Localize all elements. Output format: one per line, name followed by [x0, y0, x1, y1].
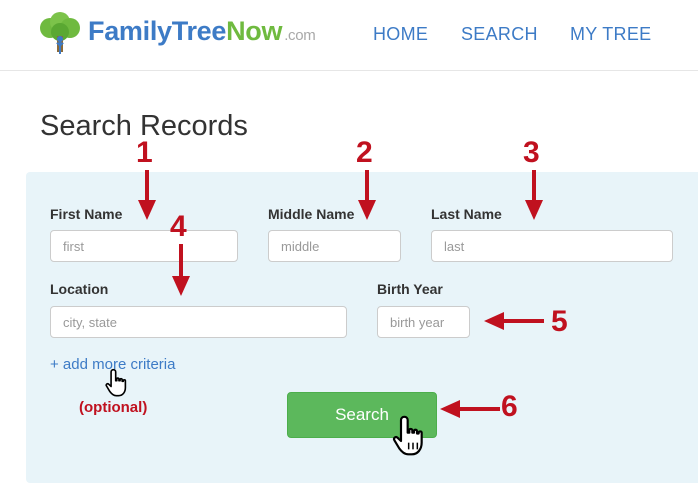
birth-year-input[interactable] [377, 306, 470, 338]
annotation-arrow-down-3 [525, 170, 543, 220]
site-header: FamilyTreeNow .com HOME SEARCH MY TREE [0, 0, 698, 71]
logo-family: Family [88, 16, 172, 46]
nav-search-link[interactable]: SEARCH [461, 24, 538, 45]
nav-my-tree-link[interactable]: MY TREE [570, 24, 651, 45]
logo-com: .com [284, 27, 316, 44]
site-logo[interactable]: FamilyTreeNow .com [88, 16, 316, 47]
first-name-input[interactable] [50, 230, 238, 262]
annotation-number-4: 4 [170, 210, 187, 243]
annotation-number-5: 5 [551, 305, 568, 338]
annotation-arrow-down-4 [172, 244, 190, 296]
annotation-number-3: 3 [523, 136, 540, 169]
middle-name-input[interactable] [268, 230, 401, 262]
nav-home-link[interactable]: HOME [373, 24, 428, 45]
last-name-input[interactable] [431, 230, 673, 262]
logo-now: Now [226, 16, 283, 46]
optional-note: (optional) [79, 399, 148, 416]
annotation-number-6: 6 [501, 390, 518, 423]
family-tree-logo-icon[interactable] [38, 12, 82, 56]
annotation-arrow-down-1 [138, 170, 156, 220]
hand-pointer-cursor-icon [392, 415, 423, 456]
location-label: Location [50, 281, 109, 297]
annotation-number-2: 2 [356, 136, 373, 169]
logo-tree: Tree [171, 16, 227, 46]
annotation-arrow-left-5 [484, 312, 544, 330]
last-name-label: Last Name [431, 206, 502, 222]
first-name-label: First Name [50, 206, 123, 222]
birth-year-label: Birth Year [377, 281, 443, 297]
middle-name-label: Middle Name [268, 206, 355, 222]
hand-pointer-cursor-icon [105, 368, 127, 397]
location-input[interactable] [50, 306, 347, 338]
annotation-number-1: 1 [136, 136, 153, 169]
annotation-arrow-left-6 [440, 400, 500, 418]
annotation-arrow-down-2 [358, 170, 376, 220]
